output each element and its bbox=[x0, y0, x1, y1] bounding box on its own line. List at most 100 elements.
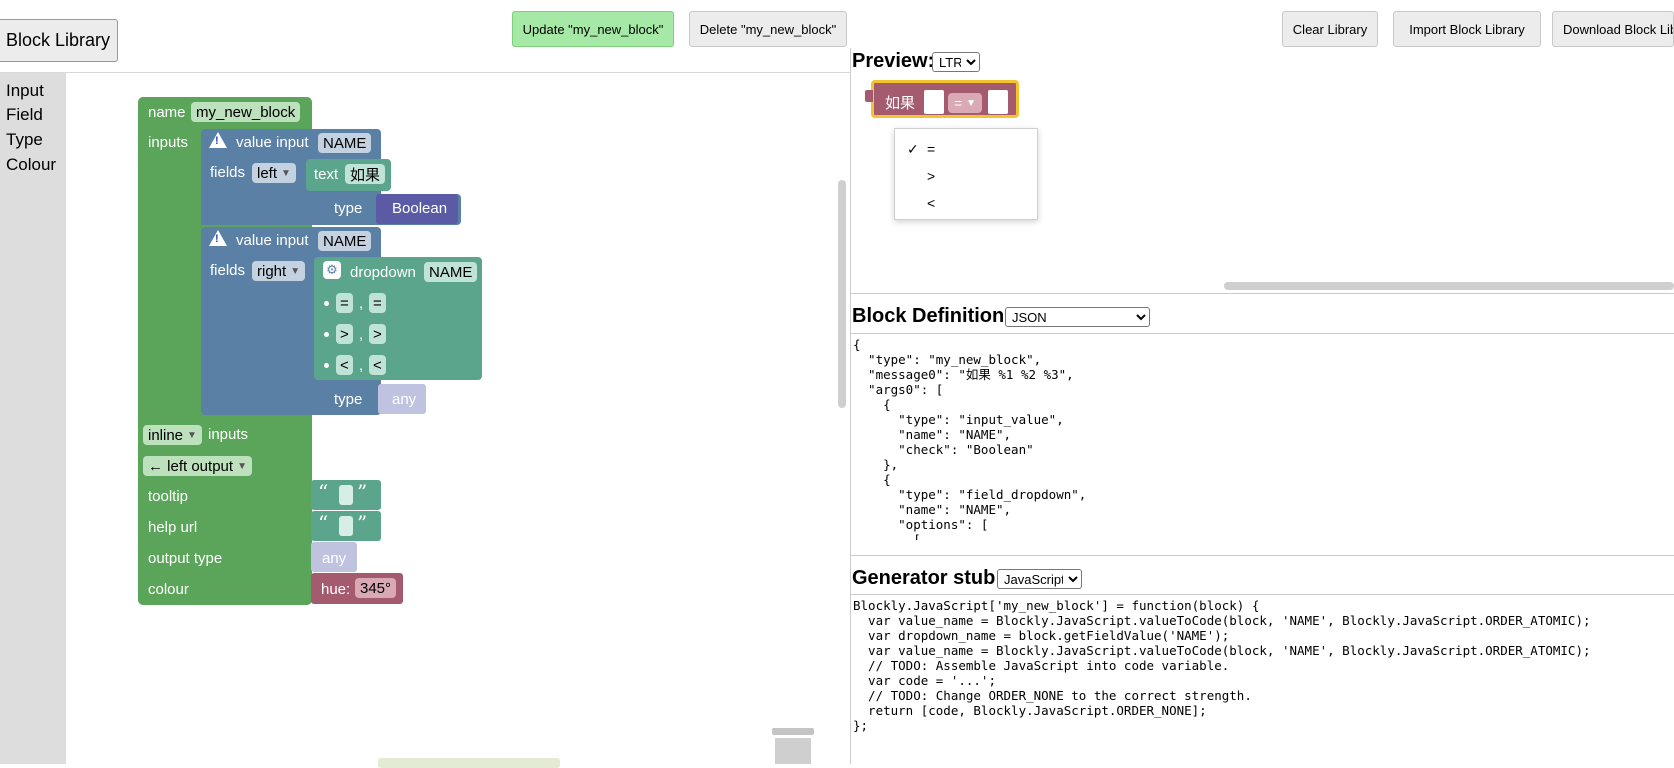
workspace-scrollbar[interactable] bbox=[838, 180, 846, 408]
trash-icon[interactable] bbox=[775, 738, 811, 764]
align-dropdown-1[interactable]: left ▼ bbox=[252, 163, 296, 183]
output-connection-dropdown[interactable]: ← left output ▼ bbox=[143, 456, 252, 476]
value-input-name-1[interactable]: NAME bbox=[318, 133, 372, 153]
menu-item-label: < bbox=[927, 195, 936, 211]
menu-item-label: > bbox=[927, 168, 936, 184]
close-quote-icon: ” bbox=[357, 480, 368, 504]
block-library-button[interactable]: Block Library bbox=[0, 19, 118, 62]
hue-label: hue: bbox=[321, 581, 351, 598]
type-label-2: type bbox=[334, 391, 363, 408]
preview-block-label: 如果 bbox=[885, 95, 916, 112]
preview-dropdown[interactable]: = ▼ bbox=[948, 93, 982, 113]
option-comma: , bbox=[359, 357, 364, 374]
align-dropdown-2-value: right bbox=[257, 262, 287, 280]
dropdown-field-label: dropdown bbox=[350, 264, 416, 281]
preview-input-slot-2[interactable] bbox=[988, 90, 1008, 114]
generator-stub-code[interactable]: Blockly.JavaScript['my_new_block'] = fun… bbox=[853, 598, 1671, 758]
delete-block-button[interactable]: Delete "my_new_block" bbox=[689, 11, 847, 47]
name-label: name bbox=[148, 104, 186, 121]
help-url-text-field[interactable] bbox=[339, 516, 353, 536]
import-block-library-button[interactable]: Import Block Library bbox=[1393, 11, 1541, 47]
tooltip-text-field[interactable] bbox=[339, 485, 353, 505]
option-value-1[interactable]: = bbox=[369, 293, 386, 313]
checkmark-icon: ✓ bbox=[907, 141, 919, 157]
option-display-2[interactable]: > bbox=[336, 324, 353, 344]
colour-label: colour bbox=[148, 581, 189, 598]
value-input-name-2[interactable]: NAME bbox=[318, 231, 372, 251]
value-input-label-1: value input bbox=[236, 134, 309, 151]
option-bullet bbox=[324, 363, 329, 368]
option-value-3[interactable]: < bbox=[369, 355, 386, 375]
toolbox-category-type[interactable]: Type bbox=[6, 130, 43, 150]
preview-title: Preview: bbox=[852, 50, 935, 72]
option-value-2[interactable]: > bbox=[369, 324, 386, 344]
warning-icon-mark: ! bbox=[215, 233, 219, 245]
tooltip-label: tooltip bbox=[148, 488, 189, 505]
preview-scrollbar[interactable] bbox=[1224, 282, 1674, 290]
preview-divider bbox=[851, 293, 1674, 294]
chevron-down-icon: ▼ bbox=[281, 167, 291, 179]
toolbox: Input Field Type Colour bbox=[0, 73, 66, 764]
block-name-field[interactable]: my_new_block bbox=[191, 102, 301, 122]
dropdown-menu: ✓ = > < bbox=[894, 128, 1038, 220]
fields-label-2: fields bbox=[210, 262, 246, 279]
type-label-1: type bbox=[334, 200, 363, 217]
inline-inputs-dropdown[interactable]: inline ▼ bbox=[143, 425, 202, 445]
output-connection-value: ← left output bbox=[148, 457, 234, 475]
option-bullet bbox=[324, 301, 329, 306]
option-display-3[interactable]: < bbox=[336, 355, 353, 375]
type-any-label: any bbox=[392, 391, 417, 408]
open-quote-icon: “ bbox=[318, 511, 329, 535]
option-comma: , bbox=[359, 326, 364, 343]
align-dropdown-2[interactable]: right ▼ bbox=[252, 261, 306, 281]
menu-item-less[interactable]: < bbox=[907, 195, 935, 211]
open-quote-icon: “ bbox=[318, 480, 329, 504]
direction-select[interactable]: LTR bbox=[932, 52, 980, 72]
option-comma: , bbox=[359, 295, 364, 312]
definition-top-divider bbox=[851, 333, 1674, 334]
preview-input-slot-1[interactable] bbox=[924, 90, 944, 114]
warning-icon-mark: ! bbox=[215, 135, 219, 147]
close-quote-icon: ” bbox=[357, 511, 368, 535]
chevron-down-icon: ▼ bbox=[290, 265, 301, 277]
gear-icon[interactable]: ⚙ bbox=[323, 261, 341, 279]
option-bullet bbox=[324, 332, 329, 337]
generator-stub-title: Generator stub: bbox=[852, 567, 1003, 589]
clear-library-button[interactable]: Clear Library bbox=[1282, 11, 1378, 47]
definition-divider bbox=[851, 555, 1674, 556]
chevron-down-icon: ▼ bbox=[237, 460, 247, 472]
definition-format-select[interactable]: JSON bbox=[1005, 307, 1150, 327]
type-boolean-label: Boolean bbox=[392, 200, 448, 217]
text-field-value[interactable]: 如果 bbox=[345, 164, 386, 184]
trash-lid-icon[interactable] bbox=[772, 728, 814, 735]
chevron-down-icon: ▼ bbox=[966, 97, 977, 109]
update-block-button[interactable]: Update "my_new_block" bbox=[512, 11, 674, 47]
chevron-down-icon: ▼ bbox=[187, 429, 197, 441]
inputs-label: inputs bbox=[148, 134, 189, 151]
block-definition-title: Block Definition: bbox=[852, 305, 1011, 327]
menu-item-label: = bbox=[927, 141, 936, 157]
inline-inputs-value: inline bbox=[148, 426, 184, 444]
preview-output-tab bbox=[865, 90, 873, 102]
block-definition-code[interactable]: { "type": "my_new_block", "message0": "如… bbox=[853, 337, 1671, 540]
toolbox-category-input[interactable]: Input bbox=[6, 81, 44, 101]
fields-label-1: fields bbox=[210, 164, 246, 181]
option-display-1[interactable]: = bbox=[336, 293, 353, 313]
preview-dropdown-value: = bbox=[953, 95, 963, 111]
menu-item-greater[interactable]: > bbox=[907, 168, 935, 184]
dropdown-field-name[interactable]: NAME bbox=[424, 262, 478, 282]
toolbox-category-colour[interactable]: Colour bbox=[6, 155, 56, 175]
output-type-label: output type bbox=[148, 550, 223, 567]
value-input-label-2: value input bbox=[236, 232, 309, 249]
generator-top-divider bbox=[851, 594, 1674, 595]
toolbox-category-field[interactable]: Field bbox=[6, 105, 43, 125]
output-type-any-label: any bbox=[322, 550, 347, 567]
hue-value-field[interactable]: 345° bbox=[355, 578, 397, 598]
menu-item-equal[interactable]: ✓ = bbox=[907, 141, 935, 158]
partial-block[interactable] bbox=[378, 758, 560, 768]
download-block-library-button[interactable]: Download Block Library bbox=[1552, 11, 1674, 47]
generator-language-select[interactable]: JavaScript bbox=[997, 569, 1082, 589]
inline-inputs-label: inputs bbox=[208, 426, 249, 443]
text-field-label: text bbox=[314, 166, 339, 183]
align-dropdown-1-value: left bbox=[257, 164, 278, 182]
